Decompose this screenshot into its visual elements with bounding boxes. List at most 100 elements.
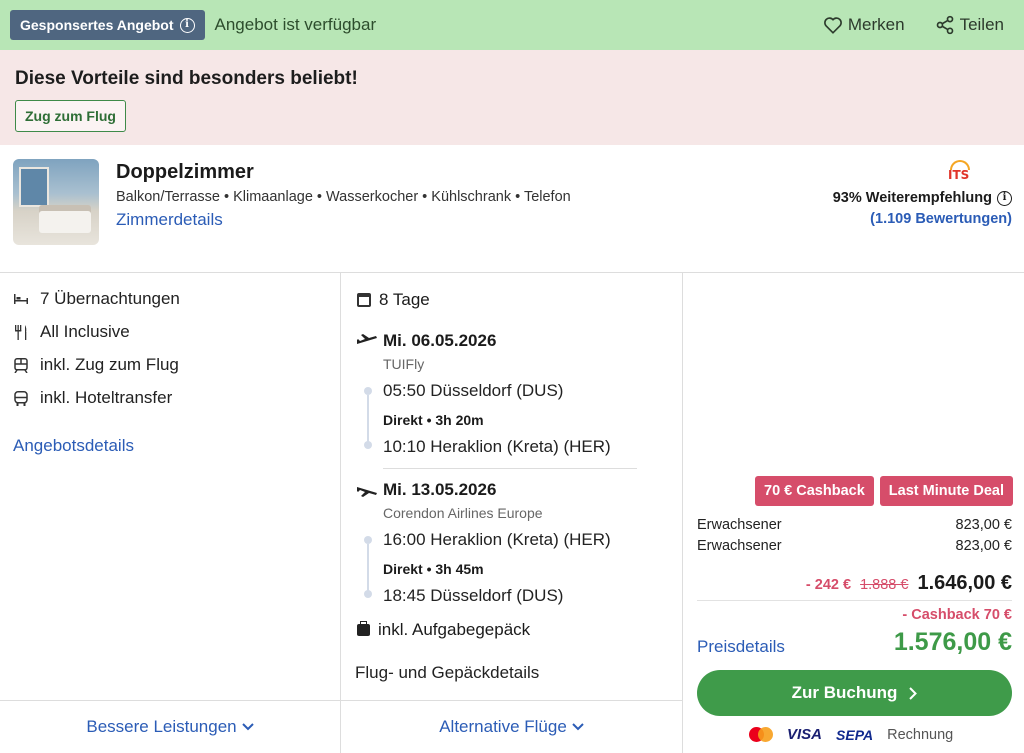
return-date: Mi. 13.05.2026	[357, 480, 496, 500]
suitcase-icon	[357, 621, 370, 636]
share-icon	[936, 15, 953, 35]
outbound-date: Mi. 06.05.2026	[357, 331, 496, 351]
price-column: 70 € Cashback Last Minute Deal Erwachsen…	[683, 273, 1024, 753]
recommendation-text: 93% Weiterempfehlung	[832, 190, 992, 206]
baggage-label: inkl. Aufgabegepäck	[378, 620, 531, 639]
last-minute-badge: Last Minute Deal	[879, 476, 1013, 506]
inclusions-column: 7 Übernachtungen All Inclusive inkl. Zug…	[0, 273, 341, 700]
plane-departure-icon	[357, 334, 377, 344]
return-airline: Corendon Airlines Europe	[383, 505, 543, 521]
recommendation-rate: 93% Weiterempfehlung i	[833, 190, 1012, 206]
flight-details-link[interactable]: Flug- und Gepäckdetails	[355, 663, 539, 683]
room-title: Doppelzimmer	[116, 161, 254, 183]
bed-shape	[39, 211, 91, 233]
timeline-dot	[364, 536, 372, 544]
outbound-date-label: Mi. 06.05.2026	[383, 331, 497, 350]
bed-icon	[14, 294, 28, 304]
promo-pill[interactable]: Zug zum Flug	[15, 100, 126, 132]
info-icon[interactable]: i	[179, 17, 195, 33]
window-shape	[19, 167, 49, 207]
train-icon	[14, 357, 28, 373]
inclusion-label: All Inclusive	[40, 322, 130, 341]
discount-amount: - 242 €	[805, 577, 852, 593]
cashback-badge: 70 € Cashback	[755, 476, 874, 506]
inclusion-label: inkl. Zug zum Flug	[40, 355, 179, 374]
cutlery-icon	[15, 324, 27, 340]
flight-separator	[383, 468, 637, 469]
price-row-value: 823,00 €	[955, 517, 1012, 533]
book-button-label: Zur Buchung	[791, 683, 898, 702]
sponsored-label: Gesponsertes Angebot	[20, 17, 174, 33]
heart-icon	[823, 17, 842, 34]
trip-duration: 8 Tage	[357, 290, 430, 310]
price-row-label: Erwachsener	[697, 517, 782, 533]
sponsored-badge[interactable]: Gesponsertes Angebot i	[10, 10, 205, 40]
room-details-link[interactable]: Zimmerdetails	[116, 210, 223, 230]
promo-banner: Diese Vorteile sind besonders beliebt! Z…	[0, 50, 1024, 145]
timeline-dot	[364, 441, 372, 449]
price-row: Erwachsener 823,00 €	[697, 517, 1012, 533]
baggage-info: inkl. Aufgabegepäck	[357, 620, 530, 640]
return-duration: Direkt • 3h 45m	[383, 561, 484, 577]
inclusion-label: inkl. Hoteltransfer	[40, 388, 173, 407]
price-row-label: Erwachsener	[697, 538, 782, 554]
flights-column: 8 Tage Mi. 06.05.2026 TUIFly 05:50 Düsse…	[341, 273, 683, 700]
share-button[interactable]: Teilen	[935, 15, 1004, 35]
inclusion-item: 7 Übernachtungen	[14, 289, 180, 309]
save-button[interactable]: Merken	[823, 15, 905, 35]
payment-methods: VISA SEPA Rechnung	[749, 726, 953, 743]
inclusion-item: inkl. Hoteltransfer	[14, 388, 172, 408]
discount-row: - 242 € 1.888 € 1.646,00 €	[806, 572, 1012, 595]
book-button[interactable]: Zur Buchung	[697, 670, 1012, 716]
inclusion-label: 7 Übernachtungen	[40, 289, 180, 308]
return-date-label: Mi. 13.05.2026	[383, 480, 497, 499]
total-price: 1.646,00 €	[917, 572, 1012, 594]
timeline-line	[367, 395, 369, 443]
final-price: 1.576,00 €	[893, 628, 1012, 656]
better-services-label: Bessere Leistungen	[86, 717, 237, 736]
visa-logo: VISA	[787, 726, 823, 743]
save-label: Merken	[847, 15, 905, 34]
its-logo: ITS	[948, 160, 972, 186]
return-arrival: 18:45 Düsseldorf (DUS)	[383, 586, 564, 605]
inclusion-item: inkl. Zug zum Flug	[14, 355, 179, 375]
offer-topbar: Gesponsertes Angebot i Angebot ist verfü…	[0, 0, 1024, 50]
price-row-value: 823,00 €	[955, 538, 1012, 554]
offer-details-link[interactable]: Angebotsdetails	[13, 436, 134, 456]
trip-duration-label: 8 Tage	[379, 290, 430, 309]
outbound-arrival: 10:10 Heraklion (Kreta) (HER)	[383, 437, 611, 456]
bus-icon	[14, 390, 28, 406]
mastercard-icon	[749, 727, 773, 742]
price-details-link[interactable]: Preisdetails	[697, 637, 785, 657]
outbound-departure: 05:50 Düsseldorf (DUS)	[383, 381, 564, 400]
chevron-right-icon	[909, 686, 918, 700]
alternative-flights-tab[interactable]: Alternative Flüge	[341, 700, 683, 753]
price-divider	[697, 600, 1012, 601]
timeline-dot	[364, 387, 372, 395]
old-price: 1.888 €	[860, 577, 909, 593]
better-services-tab[interactable]: Bessere Leistungen	[0, 700, 341, 753]
chevron-down-icon	[241, 723, 254, 731]
promo-title: Diese Vorteile sind besonders beliebt!	[15, 68, 358, 89]
room-image[interactable]	[13, 159, 99, 245]
inclusion-item: All Inclusive	[14, 322, 130, 342]
invoice-label: Rechnung	[887, 726, 954, 743]
its-logo-text: ITS	[948, 168, 970, 182]
alternative-flights-label: Alternative Flüge	[439, 717, 567, 736]
timeline-line	[367, 544, 369, 592]
plane-arrival-icon	[357, 487, 377, 497]
reviews-link[interactable]: (1.109 Bewertungen)	[870, 211, 1012, 227]
availability-text: Angebot ist verfügbar	[214, 15, 377, 34]
cashback-deduction: - Cashback 70 €	[902, 607, 1012, 623]
return-departure: 16:00 Heraklion (Kreta) (HER)	[383, 530, 611, 549]
timeline-dot	[364, 590, 372, 598]
share-label: Teilen	[959, 15, 1004, 34]
deal-badges: 70 € Cashback Last Minute Deal	[755, 476, 1013, 506]
sepa-logo: SEPA	[836, 726, 874, 743]
outbound-duration: Direkt • 3h 20m	[383, 412, 484, 428]
info-icon[interactable]: i	[997, 190, 1012, 206]
calendar-icon	[357, 293, 371, 307]
outbound-airline: TUIFly	[383, 356, 425, 372]
chevron-down-icon	[572, 723, 584, 731]
price-row: Erwachsener 823,00 €	[697, 538, 1012, 554]
